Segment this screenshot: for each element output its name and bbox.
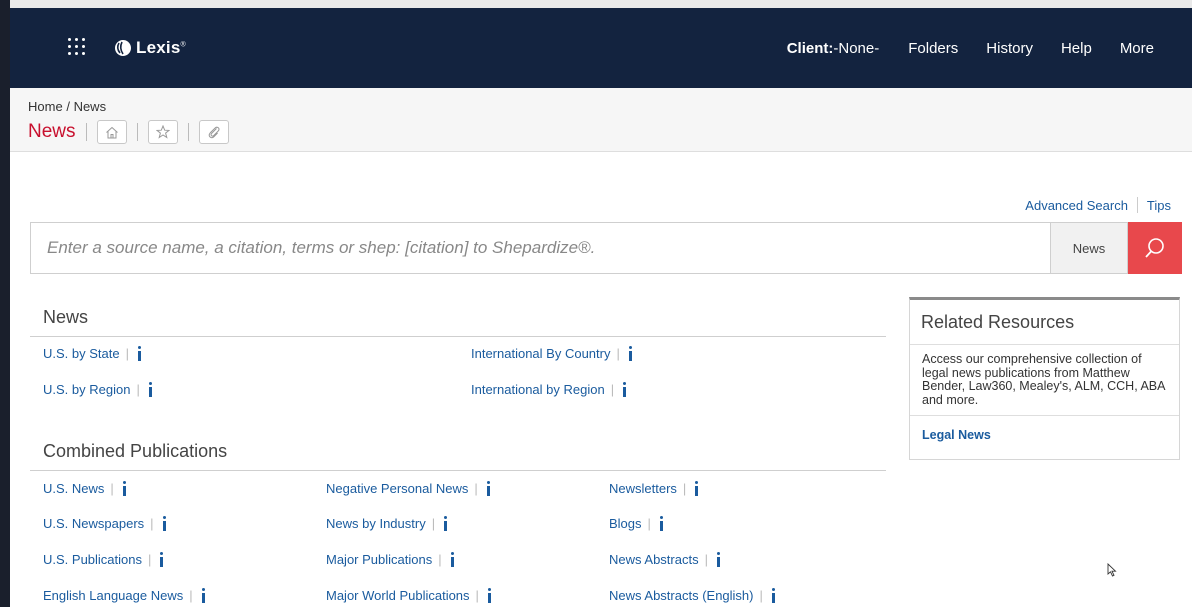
list-item: U.S. Newspapers | (43, 515, 169, 531)
list-item: U.S. News | (43, 480, 129, 496)
search-input[interactable] (31, 223, 1080, 273)
page-title: News (28, 121, 76, 142)
client-value: -None- (833, 40, 880, 57)
link-us-by-region[interactable]: U.S. by Region (43, 382, 130, 397)
related-resources-panel: Related Resources Access our comprehensi… (909, 297, 1180, 460)
list-item: International By Country | (471, 345, 635, 361)
list-item: Major World Publications | (326, 587, 494, 603)
link-divider (1136, 197, 1138, 213)
paperclip-icon (208, 126, 220, 139)
client-selector[interactable]: Client:-None- (787, 40, 880, 57)
nav-more[interactable]: More (1120, 40, 1154, 57)
tips-link[interactable]: Tips (1147, 198, 1171, 213)
related-resources-title: Related Resources (921, 312, 1075, 332)
related-resources-link-row: Legal News (910, 415, 1179, 454)
top-bar-shadow (10, 0, 1192, 8)
tool-divider (136, 123, 138, 141)
list-item: U.S. Publications | (43, 551, 166, 567)
top-header: Lexis® Client:-None- Folders History Hel… (10, 8, 1192, 88)
list-item: U.S. by Region | (43, 381, 155, 397)
list-item: English Language News | (43, 587, 208, 603)
favorite-button[interactable] (147, 120, 178, 144)
apps-grid-icon[interactable] (68, 38, 88, 58)
info-icon[interactable] (200, 587, 208, 603)
link-us-publications[interactable]: U.S. Publications (43, 552, 142, 567)
info-icon[interactable] (449, 551, 457, 567)
list-item: International by Region | (471, 381, 629, 397)
list-item: News Abstracts (English) | (609, 587, 778, 603)
related-resources-text: Access our comprehensive collection of l… (922, 352, 1165, 407)
info-icon[interactable] (693, 480, 701, 496)
search-button[interactable] (1128, 222, 1182, 274)
list-item: Blogs | (609, 515, 666, 531)
search-box (30, 222, 1080, 274)
link-newsletters[interactable]: Newsletters (609, 481, 677, 496)
info-icon[interactable] (136, 345, 144, 361)
search-links: Advanced Search Tips (1025, 197, 1171, 213)
info-icon[interactable] (621, 381, 629, 397)
logo-text: Lexis® (136, 38, 186, 57)
mouse-pointer-icon (1107, 563, 1117, 577)
info-icon[interactable] (770, 587, 778, 603)
search-scope-selector[interactable]: News (1050, 222, 1128, 274)
breadcrumb-home[interactable]: Home (28, 99, 63, 114)
info-icon[interactable] (158, 551, 166, 567)
link-blogs[interactable]: Blogs (609, 516, 642, 531)
news-section-title: News (43, 307, 89, 327)
info-icon[interactable] (121, 480, 129, 496)
breadcrumb-separator: / (66, 99, 70, 114)
advanced-search-link[interactable]: Advanced Search (1025, 198, 1128, 213)
info-icon[interactable] (715, 551, 723, 567)
link-us-by-state[interactable]: U.S. by State (43, 346, 120, 361)
section-divider (30, 336, 886, 337)
link-negative-personal-news[interactable]: Negative Personal News (326, 481, 468, 496)
section-divider (30, 470, 886, 471)
list-item: Newsletters | (609, 480, 701, 496)
breadcrumb-current: News (73, 99, 107, 114)
info-icon[interactable] (486, 587, 494, 603)
window-edge (0, 0, 10, 607)
title-divider (85, 123, 87, 141)
link-international-by-region[interactable]: International by Region (471, 382, 605, 397)
attach-button[interactable] (198, 120, 229, 144)
lexis-logo-mark-icon (115, 40, 131, 56)
client-label: Client: (786, 40, 834, 57)
home-icon (105, 126, 118, 138)
nav-history[interactable]: History (986, 40, 1033, 57)
link-news-abstracts[interactable]: News Abstracts (609, 552, 699, 567)
list-item: Negative Personal News | (326, 480, 493, 496)
list-item: News by Industry | (326, 515, 450, 531)
link-international-by-country[interactable]: International By Country (471, 346, 610, 361)
info-icon[interactable] (485, 480, 493, 496)
combined-publications-title: Combined Publications (43, 441, 228, 461)
legal-news-link[interactable]: Legal News (922, 428, 991, 442)
nav-help[interactable]: Help (1061, 40, 1092, 57)
info-icon[interactable] (658, 515, 666, 531)
info-icon[interactable] (147, 381, 155, 397)
header-nav: Client:-None- Folders History Help More (787, 40, 1154, 57)
link-us-news[interactable]: U.S. News (43, 481, 104, 496)
page-title-row: News (28, 120, 229, 144)
link-us-newspapers[interactable]: U.S. Newspapers (43, 516, 144, 531)
set-home-button[interactable] (96, 120, 127, 144)
search-icon (1145, 238, 1164, 258)
breadcrumb-bar: Home / News News (10, 88, 1192, 152)
related-resources-body: Access our comprehensive collection of l… (910, 344, 1179, 454)
tool-divider (187, 123, 189, 141)
link-english-language-news[interactable]: English Language News (43, 588, 183, 603)
list-item: U.S. by State | (43, 345, 144, 361)
info-icon[interactable] (442, 515, 450, 531)
nav-folders[interactable]: Folders (908, 40, 958, 57)
info-icon[interactable] (161, 515, 169, 531)
info-icon[interactable] (627, 345, 635, 361)
list-item: News Abstracts | (609, 551, 723, 567)
link-major-world-publications[interactable]: Major World Publications (326, 588, 470, 603)
list-item: Major Publications | (326, 551, 457, 567)
link-major-publications[interactable]: Major Publications (326, 552, 432, 567)
star-icon (155, 125, 170, 139)
lexis-logo[interactable]: Lexis® (114, 36, 186, 60)
breadcrumb: Home / News (28, 99, 106, 114)
link-news-by-industry[interactable]: News by Industry (326, 516, 426, 531)
link-news-abstracts-english[interactable]: News Abstracts (English) (609, 588, 754, 603)
